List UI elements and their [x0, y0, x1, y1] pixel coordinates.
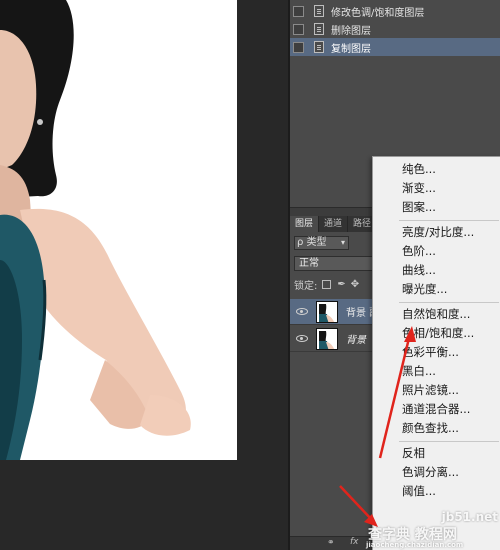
link-icon[interactable]: ⚭ [327, 538, 335, 548]
menu-item-color-balance[interactable]: 色彩平衡... [373, 343, 500, 362]
tab-layers[interactable]: 图层 [290, 216, 320, 232]
history-snapshot-checkbox[interactable] [293, 23, 304, 35]
menu-item-brightness-contrast[interactable]: 亮度/对比度... [373, 223, 500, 242]
menu-item-threshold[interactable]: 阈值... [373, 482, 500, 501]
menu-item-channel-mixer[interactable]: 通道混合器... [373, 400, 500, 419]
image-canvas[interactable] [0, 0, 237, 460]
layer-filter-dropdown[interactable]: ρ 类型 ▾ [294, 236, 349, 250]
layer-name: 背景 [346, 335, 366, 346]
brush-icon[interactable]: ✒ [337, 279, 345, 290]
tab-channels[interactable]: 通道 [319, 216, 349, 232]
document-icon [314, 23, 324, 35]
document-icon [314, 5, 324, 17]
watermark-domain: jb51.net [441, 510, 498, 524]
history-item[interactable]: 删除图层 [290, 20, 500, 38]
menu-item-color-lookup[interactable]: 颜色查找... [373, 419, 500, 438]
menu-item-exposure[interactable]: 曝光度... [373, 280, 500, 299]
move-icon[interactable]: ✥ [351, 279, 359, 290]
history-panel: 修改色调/饱和度图层 删除图层 复制图层 [290, 0, 500, 58]
document-icon [314, 41, 324, 53]
history-item-label: 修改色调/饱和度图层 [331, 7, 425, 19]
chevron-down-icon: ▾ [340, 238, 345, 247]
history-item-selected[interactable]: 复制图层 [290, 38, 500, 56]
menu-item-levels[interactable]: 色阶... [373, 242, 500, 261]
menu-item-solid-color[interactable]: 纯色... [373, 160, 500, 179]
watermark-url: jiaocheng.chazidian.com [366, 541, 464, 549]
menu-separator [399, 220, 499, 221]
menu-item-black-white[interactable]: 黑白... [373, 362, 500, 381]
visibility-eye-icon[interactable] [296, 308, 308, 315]
menu-item-gradient[interactable]: 渐变... [373, 179, 500, 198]
menu-item-hue-saturation[interactable]: 色相/饱和度... [373, 324, 500, 343]
menu-item-photo-filter[interactable]: 照片滤镜... [373, 381, 500, 400]
adjustment-layer-menu: 纯色... 渐变... 图案... 亮度/对比度... 色阶... 曲线... … [372, 156, 500, 550]
history-item-label: 复制图层 [331, 43, 371, 55]
menu-separator [399, 441, 499, 442]
history-item-label: 删除图层 [331, 25, 371, 37]
document-workspace [0, 0, 288, 550]
site-watermark: jb51.net 查字典 教程网 jiaocheng.chazidian.com [362, 508, 500, 550]
menu-item-vibrance[interactable]: 自然饱和度... [373, 305, 500, 324]
lock-label: 锁定: [294, 280, 318, 292]
menu-item-pattern[interactable]: 图案... [373, 198, 500, 217]
menu-item-invert[interactable]: 反相 [373, 444, 500, 463]
portrait-photo [0, 0, 237, 460]
layer-filter-label: ρ 类型 [297, 237, 327, 248]
menu-separator [399, 302, 499, 303]
layer-thumbnail [316, 300, 338, 323]
menu-item-curves[interactable]: 曲线... [373, 261, 500, 280]
lock-transparent-icon[interactable] [322, 279, 332, 289]
blend-mode-dropdown[interactable]: 正常 [294, 256, 374, 271]
blend-mode-value: 正常 [299, 258, 319, 269]
lock-controls: 锁定: ✒ ✥ [294, 277, 364, 292]
fx-button[interactable]: fx [350, 537, 359, 547]
history-snapshot-checkbox[interactable] [293, 41, 304, 53]
menu-item-posterize[interactable]: 色调分离... [373, 463, 500, 482]
layer-thumbnail [316, 327, 338, 350]
visibility-eye-icon[interactable] [296, 335, 308, 342]
history-item[interactable]: 修改色调/饱和度图层 [290, 2, 500, 20]
history-snapshot-checkbox[interactable] [293, 5, 304, 17]
